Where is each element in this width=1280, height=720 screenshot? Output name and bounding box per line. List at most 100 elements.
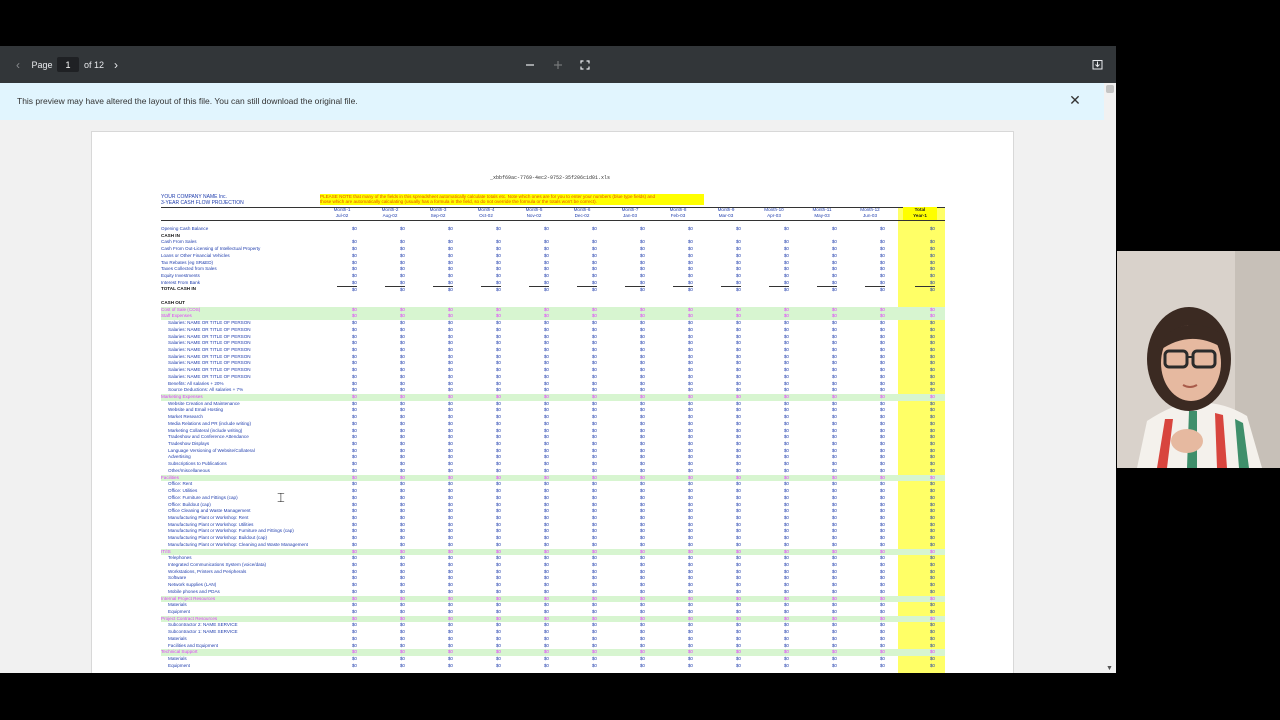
value-cell[interactable]: $0 (337, 347, 357, 354)
value-cell[interactable]: $0 (529, 649, 549, 656)
value-cell[interactable]: $0 (625, 313, 645, 320)
value-cell[interactable]: $0 (529, 253, 549, 260)
value-cell[interactable]: $0 (337, 515, 357, 522)
value-cell[interactable]: $0 (769, 441, 789, 448)
value-cell[interactable]: $0 (673, 488, 693, 495)
value-cell[interactable]: $0 (769, 414, 789, 421)
value-cell[interactable]: $0 (337, 602, 357, 609)
value-cell[interactable]: $0 (625, 488, 645, 495)
value-cell[interactable]: $0 (481, 448, 501, 455)
value-cell[interactable]: $0 (673, 401, 693, 408)
value-cell[interactable]: $0 (865, 502, 885, 509)
value-cell[interactable]: $0 (769, 475, 789, 482)
value-cell[interactable]: $0 (577, 394, 597, 401)
value-cell[interactable]: $0 (625, 280, 645, 287)
value-cell[interactable]: $0 (433, 515, 453, 522)
value-cell[interactable]: $0 (865, 239, 885, 246)
value-cell[interactable]: $0 (529, 488, 549, 495)
total-cell[interactable]: $0 (915, 226, 935, 233)
value-cell[interactable]: $0 (625, 226, 645, 233)
value-cell[interactable]: $0 (481, 441, 501, 448)
value-cell[interactable]: $0 (529, 656, 549, 663)
value-cell[interactable]: $0 (577, 367, 597, 374)
value-cell[interactable]: $0 (865, 421, 885, 428)
value-cell[interactable]: $0 (625, 609, 645, 616)
value-cell[interactable]: $0 (385, 663, 405, 670)
value-cell[interactable]: $0 (673, 320, 693, 327)
value-cell[interactable]: $0 (481, 636, 501, 643)
total-cell[interactable]: $0 (915, 313, 935, 320)
value-cell[interactable]: $0 (673, 394, 693, 401)
value-cell[interactable]: $0 (481, 629, 501, 636)
value-cell[interactable]: $0 (481, 260, 501, 267)
value-cell[interactable]: $0 (481, 528, 501, 535)
value-cell[interactable]: $0 (865, 407, 885, 414)
value-cell[interactable]: $0 (529, 636, 549, 643)
value-cell[interactable]: $0 (481, 360, 501, 367)
value-cell[interactable]: $0 (577, 307, 597, 314)
value-cell[interactable]: $0 (865, 367, 885, 374)
value-cell[interactable]: $0 (577, 387, 597, 394)
value-cell[interactable]: $0 (769, 327, 789, 334)
value-cell[interactable]: $0 (385, 609, 405, 616)
total-cell[interactable]: $0 (915, 360, 935, 367)
value-cell[interactable]: $0 (817, 555, 837, 562)
value-cell[interactable]: $0 (433, 260, 453, 267)
value-cell[interactable]: $0 (481, 616, 501, 623)
value-cell[interactable]: $0 (433, 629, 453, 636)
value-cell[interactable]: $0 (817, 495, 837, 502)
value-cell[interactable]: $0 (817, 313, 837, 320)
value-cell[interactable]: $0 (529, 354, 549, 361)
value-cell[interactable]: $0 (625, 454, 645, 461)
value-cell[interactable]: $0 (817, 434, 837, 441)
value-cell[interactable]: $0 (673, 609, 693, 616)
value-cell[interactable]: $0 (673, 656, 693, 663)
value-cell[interactable]: $0 (337, 663, 357, 670)
value-cell[interactable]: $0 (481, 347, 501, 354)
value-cell[interactable]: $0 (481, 414, 501, 421)
value-cell[interactable]: $0 (577, 636, 597, 643)
value-cell[interactable]: $0 (337, 542, 357, 549)
value-cell[interactable]: $0 (577, 522, 597, 529)
value-cell[interactable]: $0 (577, 421, 597, 428)
value-cell[interactable]: $0 (865, 602, 885, 609)
value-cell[interactable]: $0 (865, 589, 885, 596)
total-cell[interactable]: $0 (915, 374, 935, 381)
value-cell[interactable]: $0 (337, 629, 357, 636)
value-cell[interactable]: $0 (385, 434, 405, 441)
value-cell[interactable]: $0 (529, 441, 549, 448)
value-cell[interactable]: $0 (577, 280, 597, 287)
value-cell[interactable]: $0 (433, 454, 453, 461)
chevron-right-icon[interactable]: › (108, 46, 124, 83)
value-cell[interactable]: $0 (673, 515, 693, 522)
value-cell[interactable]: $0 (673, 575, 693, 582)
value-cell[interactable]: $0 (625, 582, 645, 589)
value-cell[interactable]: $0 (769, 569, 789, 576)
value-cell[interactable]: $0 (721, 401, 741, 408)
value-cell[interactable]: $0 (433, 549, 453, 556)
value-cell[interactable]: $0 (721, 367, 741, 374)
total-cell[interactable]: $0 (915, 421, 935, 428)
value-cell[interactable]: $0 (673, 528, 693, 535)
value-cell[interactable]: $0 (817, 508, 837, 515)
value-cell[interactable]: $0 (769, 582, 789, 589)
value-cell[interactable]: $0 (865, 320, 885, 327)
value-cell[interactable]: $0 (625, 528, 645, 535)
total-cell[interactable]: $0 (915, 622, 935, 629)
value-cell[interactable]: $0 (769, 522, 789, 529)
value-cell[interactable]: $0 (625, 307, 645, 314)
value-cell[interactable]: $0 (433, 273, 453, 280)
value-cell[interactable]: $0 (529, 340, 549, 347)
download-icon[interactable] (1089, 46, 1105, 83)
value-cell[interactable]: $0 (817, 239, 837, 246)
value-cell[interactable]: $0 (721, 307, 741, 314)
value-cell[interactable]: $0 (769, 629, 789, 636)
value-cell[interactable]: $0 (529, 495, 549, 502)
value-cell[interactable]: $0 (769, 535, 789, 542)
value-cell[interactable]: $0 (721, 407, 741, 414)
value-cell[interactable]: $0 (481, 549, 501, 556)
value-cell[interactable]: $0 (337, 434, 357, 441)
value-cell[interactable]: $0 (481, 488, 501, 495)
value-cell[interactable]: $0 (769, 307, 789, 314)
value-cell[interactable]: $0 (337, 421, 357, 428)
